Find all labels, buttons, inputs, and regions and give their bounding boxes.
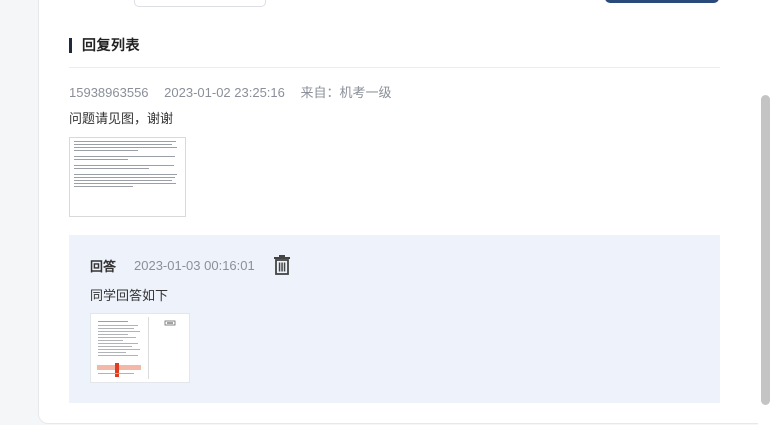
- answer-label: 回答: [90, 258, 117, 274]
- top-input-field[interactable]: [134, 0, 266, 7]
- submit-button[interactable]: [605, 0, 719, 3]
- reply-user: 15938963556: [69, 85, 149, 100]
- divider: [69, 67, 720, 68]
- answer-block: 回答 2023-01-03 00:16:01 同学回答如下: [69, 235, 720, 403]
- section-marker: [69, 37, 72, 53]
- answer-attachment-image[interactable]: [90, 313, 190, 383]
- answer-content: 同学回答如下: [90, 288, 169, 303]
- reply-content: 问题请见图，谢谢: [69, 111, 174, 126]
- reply-meta: 15938963556 2023-01-02 23:25:16 来自：机考一级: [69, 82, 404, 101]
- scrollbar[interactable]: [758, 0, 774, 425]
- reply-source: 来自：机考一级: [300, 85, 392, 100]
- trash-icon[interactable]: [273, 255, 291, 275]
- reply-panel: 回复列表 15938963556 2023-01-02 23:25:16 来自：…: [38, 0, 774, 424]
- section-title: 回复列表: [82, 37, 140, 53]
- reply-time: 2023-01-02 23:25:16: [164, 85, 285, 100]
- answer-time: 2023-01-03 00:16:01: [134, 257, 255, 273]
- section-header: 回复列表: [69, 37, 140, 53]
- reply-attachment-image[interactable]: [69, 137, 186, 217]
- scrollbar-thumb[interactable]: [761, 95, 770, 405]
- answer-header: 回答 2023-01-03 00:16:01: [90, 255, 291, 275]
